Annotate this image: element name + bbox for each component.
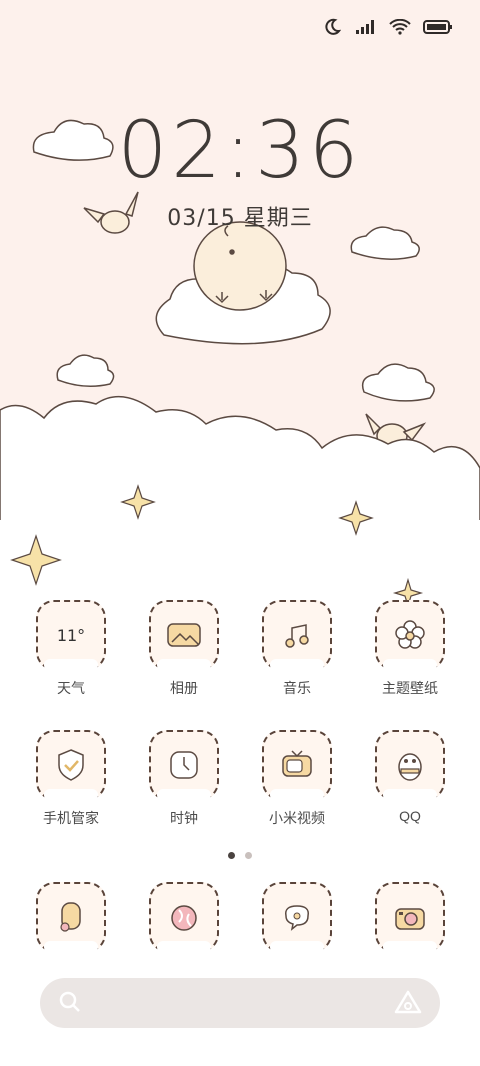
status-bar: [320, 18, 454, 36]
app-label: 小米视频: [269, 810, 325, 826]
shield-icon: [36, 730, 106, 801]
weather-temp: 11°: [56, 625, 86, 645]
app-label: QQ: [399, 808, 421, 824]
music-icon: [262, 600, 332, 671]
clock-time: 02:36: [117, 106, 363, 196]
app-label: 相册: [170, 680, 198, 696]
dock-phone[interactable]: [26, 882, 116, 953]
camera-icon: [375, 882, 445, 953]
app-themes[interactable]: 主题壁纸: [365, 600, 455, 698]
assistant-icon[interactable]: [394, 990, 422, 1018]
app-label: 时钟: [170, 810, 198, 826]
dock-camera[interactable]: [365, 882, 455, 953]
app-label: 天气: [57, 680, 85, 696]
penguin-icon: [375, 730, 445, 801]
app-clock[interactable]: 时钟: [139, 730, 229, 828]
page-indicator: [0, 852, 480, 859]
cloud-decoration: [361, 363, 435, 402]
clock-icon: [149, 730, 219, 801]
gallery-icon: [149, 600, 219, 671]
central-cloud: [155, 221, 331, 345]
app-security[interactable]: 手机管家: [26, 730, 116, 828]
app-label: 手机管家: [43, 810, 99, 826]
app-label: 主题壁纸: [382, 680, 438, 696]
search-icon[interactable]: [58, 990, 82, 1018]
app-weather[interactable]: 11° 天气: [26, 600, 116, 698]
clock-date: 03/15 星期三: [167, 206, 313, 231]
app-qq[interactable]: QQ: [365, 730, 455, 824]
cloud-decoration: [56, 354, 115, 387]
page-dot: [245, 852, 252, 859]
dock-browser[interactable]: [139, 882, 229, 953]
tv-icon: [262, 730, 332, 801]
phone-icon: [36, 882, 106, 953]
app-music[interactable]: 音乐: [252, 600, 342, 698]
dock-messages[interactable]: [252, 882, 342, 953]
search-bar[interactable]: [40, 978, 440, 1028]
wifi-icon: [388, 18, 412, 36]
moon-icon: [320, 18, 344, 36]
app-label: 音乐: [283, 680, 311, 696]
flower-icon: [375, 600, 445, 671]
page-dot-active: [228, 852, 235, 859]
message-icon: [262, 882, 332, 953]
app-video[interactable]: 小米视频: [252, 730, 342, 828]
weather-icon: 11°: [36, 600, 106, 671]
battery-icon: [422, 18, 454, 36]
browser-icon: [149, 882, 219, 953]
app-gallery[interactable]: 相册: [139, 600, 229, 698]
signal-icon: [354, 18, 378, 36]
